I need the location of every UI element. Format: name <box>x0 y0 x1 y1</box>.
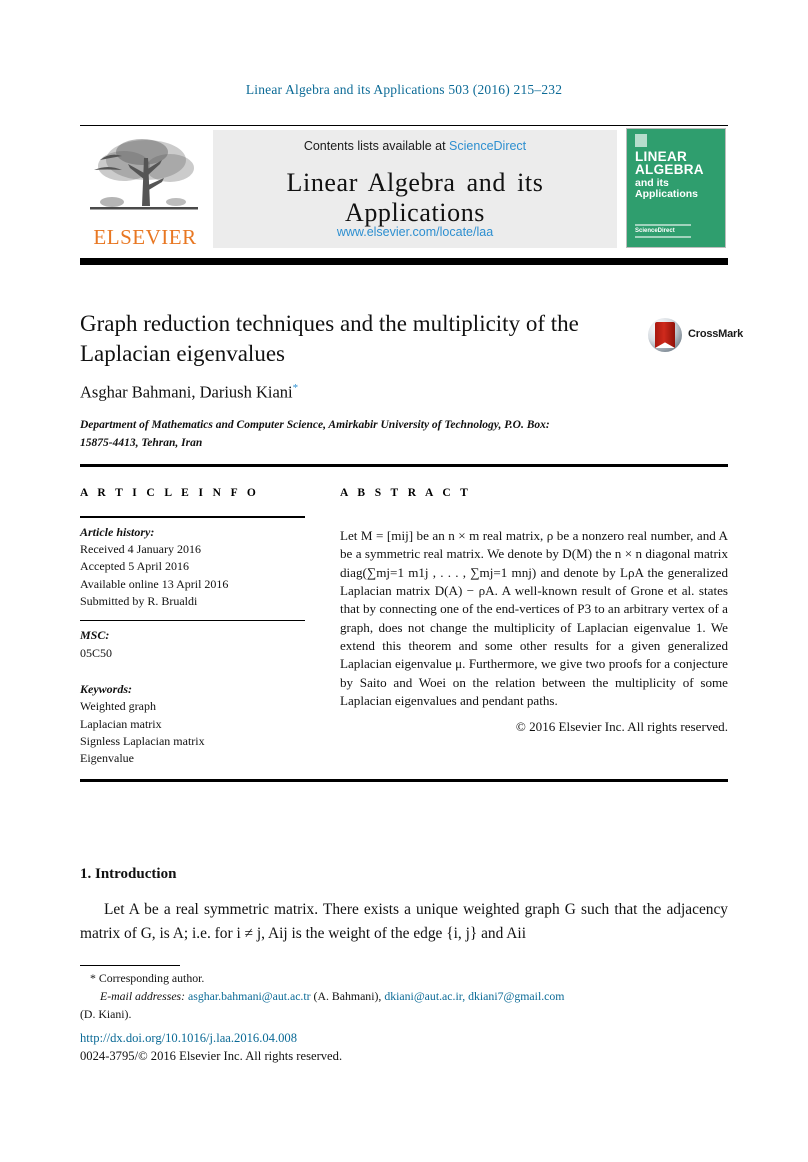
masthead-top-rule <box>80 125 728 126</box>
info-section-top-rule <box>80 464 728 467</box>
masthead-center-panel: Contents lists available at ScienceDirec… <box>213 130 617 248</box>
elsevier-wordmark: ELSEVIER <box>93 225 197 249</box>
keyword-item: Eigenvalue <box>80 751 134 766</box>
crossmark-icon <box>648 318 682 352</box>
email-owner-kiani: (D. Kiani). <box>80 1006 132 1021</box>
keywords-label: Keywords: <box>80 681 132 696</box>
msc-label: MSC: <box>80 628 110 643</box>
keyword-item: Laplacian matrix <box>80 716 162 731</box>
email-addresses-line: E-mail addresses: asghar.bahmani@aut.ac.… <box>80 988 728 1006</box>
email-addresses-label: E-mail addresses: <box>100 988 186 1003</box>
elsevier-tree-icon <box>90 139 198 210</box>
cover-line-4: Applications <box>635 188 699 200</box>
journal-masthead: ELSEVIER Contents lists available at Sci… <box>80 125 728 250</box>
msc-rule <box>80 619 305 622</box>
running-head: Linear Algebra and its Applications 503 … <box>245 82 563 97</box>
article-info-header: A R T I C L E I N F O <box>80 487 260 499</box>
affiliation: Department of Mathematics and Computer S… <box>80 419 550 449</box>
footnote-rule <box>80 965 180 967</box>
keywords-block: Keywords: Weighted graph Laplacian matri… <box>80 681 315 768</box>
journal-title: Linear Algebra and its Applications <box>286 168 544 227</box>
email-owner-bahmani: (A. Bahmani), <box>313 988 382 1003</box>
email-link-bahmani[interactable]: asghar.bahmani@aut.ac.tr <box>188 989 311 1003</box>
msc-block: MSC: 05C50 <box>80 627 315 662</box>
email-link-kiani-gmail[interactable]: dkiani7@gmail.com <box>468 989 564 1003</box>
msc-code: 05C50 <box>80 645 113 660</box>
elsevier-logo: ELSEVIER <box>84 130 204 248</box>
abstract-copyright: © 2016 Elsevier Inc. All rights reserved… <box>515 719 728 734</box>
cover-footer: ScienceDirect <box>635 222 715 240</box>
cover-footer-rule-top <box>635 224 691 226</box>
contents-available-line: Contents lists available at ScienceDirec… <box>213 139 617 153</box>
corresponding-author-note: * Corresponding author. <box>90 971 205 985</box>
history-item: Available online 13 April 2016 <box>80 576 229 591</box>
keyword-item: Signless Laplacian matrix <box>80 734 205 749</box>
crossmark-badge[interactable]: CrossMark <box>648 318 743 352</box>
cover-elsevier-mark-icon <box>635 134 647 147</box>
keyword-item: Weighted graph <box>80 699 157 714</box>
article-history-block: Article history: Received 4 January 2016… <box>80 524 315 611</box>
corresponding-author-marker: * <box>292 382 299 394</box>
doi-link[interactable]: http://dx.doi.org/10.1016/j.laa.2016.04.… <box>80 1030 728 1048</box>
contents-prefix-text: Contents lists available at <box>303 139 450 153</box>
history-item: Accepted 5 April 2016 <box>80 559 189 574</box>
author-names: Asghar Bahmani, Dariush Kiani <box>80 382 293 402</box>
abstract-text: Let M = [mij] be an n × m real matrix, ρ… <box>340 528 728 708</box>
cover-line-2: ALGEBRA <box>635 162 704 177</box>
crossmark-label: CrossMark <box>688 328 744 340</box>
history-item: Submitted by R. Brualdi <box>80 594 198 609</box>
cover-footer-rule-bottom <box>635 236 691 238</box>
journal-homepage-link[interactable]: www.elsevier.com/locate/laa <box>213 225 617 239</box>
section-heading-introduction: 1. Introduction <box>80 866 177 882</box>
cover-footer-text: ScienceDirect <box>635 228 675 234</box>
masthead-thick-rule <box>80 258 728 265</box>
footnote-block: * Corresponding author. E-mail addresses… <box>80 970 728 1024</box>
footer-block: http://dx.doi.org/10.1016/j.laa.2016.04.… <box>80 1030 728 1066</box>
author-list: Asghar Bahmani, Dariush Kiani* <box>80 382 640 403</box>
article-history-label: Article history: <box>80 524 155 539</box>
article-history-rule <box>80 516 305 518</box>
introduction-paragraph: Let A be a real symmetric matrix. There … <box>80 901 728 942</box>
abstract-header: A B S T R A C T <box>340 487 472 499</box>
sciencedirect-link[interactable]: ScienceDirect <box>449 139 526 153</box>
journal-cover-thumbnail: LINEAR ALGEBRA and its Applications Scie… <box>626 128 726 248</box>
paper-title: Graph reduction techniques and the multi… <box>80 311 579 367</box>
info-section-bottom-rule <box>80 779 728 782</box>
issn-copyright-line: 0024-3795/© 2016 Elsevier Inc. All right… <box>80 1048 343 1063</box>
email-link-kiani-aut[interactable]: dkiani@aut.ac.ir, <box>384 989 465 1003</box>
history-item: Received 4 January 2016 <box>80 541 201 556</box>
article-info-column: Article history: Received 4 January 2016… <box>80 516 315 770</box>
paper-page: Linear Algebra and its Applications 503 … <box>0 0 808 1162</box>
